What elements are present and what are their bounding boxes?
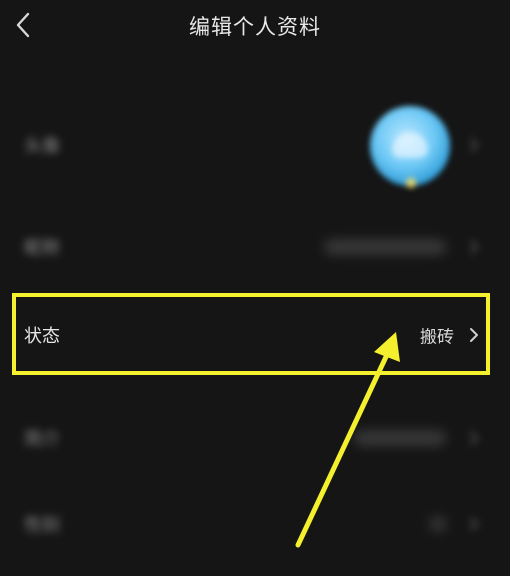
gender-row[interactable]: 性别 <box>0 494 510 554</box>
bio-label: 简介 <box>24 429 60 450</box>
highlight-box <box>12 293 490 375</box>
chevron-right-icon <box>470 517 478 531</box>
chevron-right-icon <box>470 431 478 445</box>
gender-label: 性别 <box>24 515 60 536</box>
gender-value <box>430 517 446 531</box>
nickname-value <box>324 240 446 254</box>
chevron-right-icon <box>470 138 478 152</box>
avatar[interactable] <box>370 106 450 188</box>
nickname-label: 昵称 <box>24 238 60 259</box>
bio-value <box>354 431 446 445</box>
nickname-row[interactable]: 昵称 <box>0 217 510 277</box>
avatar-label: 头像 <box>24 136 60 157</box>
annotation-arrow <box>295 332 400 548</box>
top-bar: 编辑个人资料 <box>0 0 510 54</box>
page-title: 编辑个人资料 <box>189 15 321 39</box>
bio-row[interactable]: 简介 <box>0 408 510 468</box>
chevron-right-icon <box>470 240 478 254</box>
